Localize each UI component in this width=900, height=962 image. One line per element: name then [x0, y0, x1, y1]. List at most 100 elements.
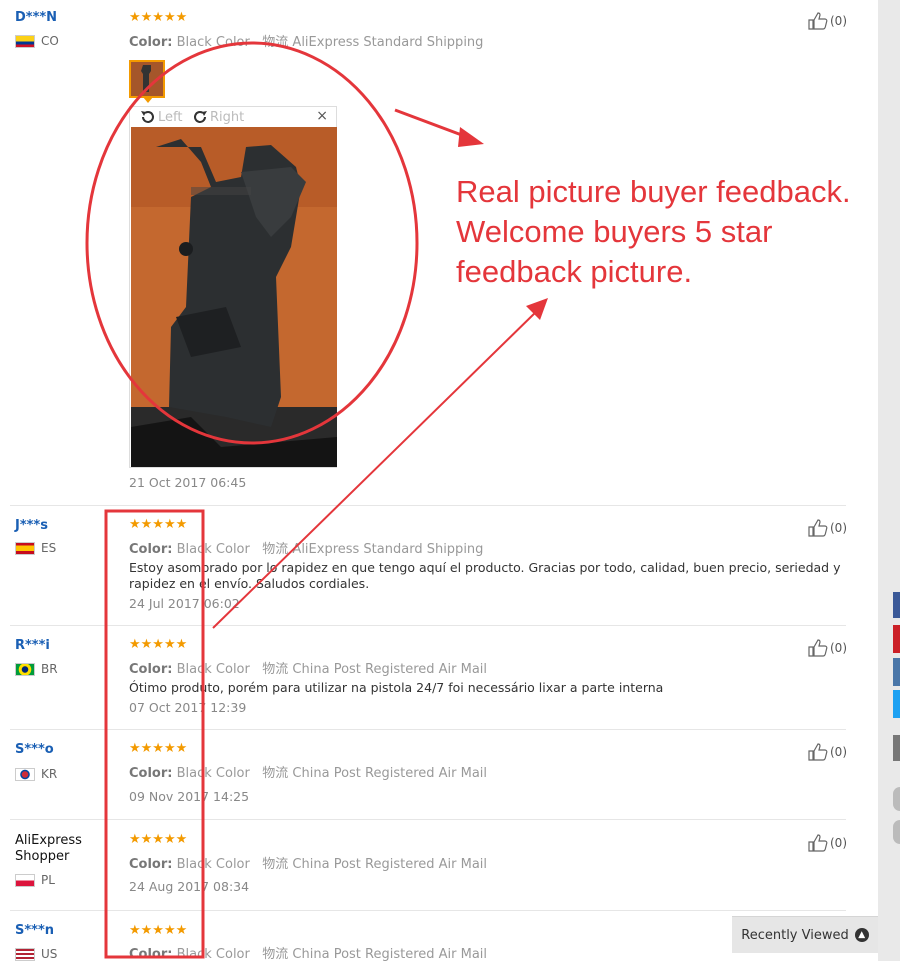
reviewer-name[interactable]: D***N — [15, 10, 57, 25]
helpful-button[interactable]: (0) — [808, 519, 847, 537]
star-rating: ★★★★★ — [129, 637, 188, 652]
side-panel — [878, 0, 900, 961]
color-value: Black Color — [176, 662, 250, 677]
side-circle-icon[interactable] — [893, 787, 900, 811]
review-divider — [10, 625, 846, 626]
rotate-left-label: Left — [158, 109, 183, 125]
holster-photo — [131, 127, 337, 467]
reviewer-name[interactable]: S***n — [15, 923, 54, 938]
shipping-method: AliExpress Standard Shipping — [292, 35, 484, 50]
shipping-prefix: 物流 — [262, 947, 289, 962]
review-text: Ótimo produto, porém para utilizar na pi… — [129, 680, 664, 695]
helpful-count: (0) — [830, 14, 847, 28]
shipping-prefix: 物流 — [262, 662, 289, 677]
review-photo-thumbnail[interactable] — [129, 60, 165, 98]
star-rating: ★★★★★ — [129, 10, 188, 25]
rotate-right-label: Right — [210, 109, 245, 125]
shipping-prefix: 物流 — [262, 857, 289, 872]
recently-viewed-label: Recently Viewed — [741, 927, 849, 943]
rotate-right-button[interactable]: Right — [191, 108, 244, 126]
vk-share-icon[interactable] — [893, 658, 900, 686]
star-rating: ★★★★★ — [129, 517, 188, 532]
review-divider — [10, 819, 846, 820]
country-code: US — [41, 947, 58, 961]
reviewer-name[interactable]: R***i — [15, 638, 50, 653]
review-divider — [10, 729, 846, 730]
thumbs-up-icon — [808, 519, 828, 537]
annotation-line: feedback picture. — [456, 254, 693, 289]
review-date: 09 Nov 2017 14:25 — [129, 789, 250, 804]
twitter-share-icon[interactable] — [893, 690, 900, 718]
order-info: Color: Black Color 物流 AliExpress Standar… — [129, 31, 483, 50]
rotate-left-icon — [141, 111, 154, 123]
helpful-button[interactable]: (0) — [808, 743, 847, 761]
review-date: 07 Oct 2017 12:39 — [129, 700, 247, 715]
annotation-line: Welcome buyers 5 star — [456, 214, 773, 249]
facebook-share-icon[interactable] — [893, 592, 900, 618]
order-info: Color: Black Color 物流 AliExpress Standar… — [129, 538, 483, 557]
chevron-up-icon: ▲ — [854, 928, 869, 942]
color-label: Color: — [129, 766, 173, 781]
shipping-prefix: 物流 — [262, 766, 289, 781]
reviewer-name[interactable]: AliExpress Shopper — [15, 833, 105, 865]
reviewer-name[interactable]: J***s — [15, 518, 48, 533]
order-info: Color: Black Color 物流 China Post Registe… — [129, 762, 487, 781]
thumbs-up-icon — [808, 12, 828, 30]
reviewer-country: ES — [15, 541, 56, 555]
review-date: 21 Oct 2017 06:45 — [129, 475, 247, 490]
helpful-count: (0) — [830, 521, 847, 535]
color-label: Color: — [129, 857, 173, 872]
order-info: Color: Black Color 物流 China Post Registe… — [129, 853, 487, 872]
country-code: ES — [41, 541, 57, 555]
review-divider — [10, 910, 846, 911]
color-label: Color: — [129, 542, 173, 557]
feedback-page: D***N CO ★★★★★ Color: Black Color 物流 Ali… — [0, 0, 878, 962]
side-circle-icon[interactable] — [893, 820, 900, 844]
shipping-prefix: 物流 — [262, 35, 289, 50]
helpful-button[interactable]: (0) — [808, 639, 847, 657]
helpful-count: (0) — [830, 745, 847, 759]
thumbs-up-icon — [808, 834, 828, 852]
reviewer-country: BR — [15, 662, 58, 676]
star-rating: ★★★★★ — [129, 832, 188, 847]
review-divider — [10, 505, 846, 506]
shipping-method: China Post Registered Air Mail — [292, 857, 488, 872]
order-info: Color: Black Color 物流 China Post Registe… — [129, 943, 487, 962]
flag-usa-icon — [15, 947, 35, 961]
country-code: KR — [41, 767, 58, 781]
annotation-text: Real picture buyer feedback. Welcome buy… — [456, 172, 851, 292]
star-rating: ★★★★★ — [129, 741, 188, 756]
color-label: Color: — [129, 947, 173, 962]
annotation-arrow-head — [526, 298, 548, 320]
country-code: PL — [41, 873, 55, 887]
recently-viewed-button[interactable]: Recently Viewed ▲ — [732, 916, 878, 953]
close-icon[interactable]: × — [316, 108, 328, 124]
shipping-prefix: 物流 — [262, 542, 289, 557]
reviewer-country: KR — [15, 767, 57, 781]
rotate-left-button[interactable]: Left — [139, 108, 182, 126]
viewer-toolbar: Left Right × — [130, 107, 336, 127]
flag-spain-icon — [15, 541, 35, 555]
side-tool-icon[interactable] — [893, 735, 900, 761]
flag-korea-icon — [15, 767, 35, 781]
photo-viewer: Left Right × — [129, 106, 337, 468]
review-date: 24 Jul 2017 06:02 — [129, 596, 240, 611]
star-rating: ★★★★★ — [129, 923, 188, 938]
annotation-line: Real picture buyer feedback. — [456, 174, 851, 209]
helpful-button[interactable]: (0) — [808, 12, 847, 30]
order-info: Color: Black Color 物流 China Post Registe… — [129, 658, 487, 677]
review-date: 24 Aug 2017 08:34 — [129, 879, 250, 894]
helpful-button[interactable]: (0) — [808, 834, 847, 852]
annotation-arrow-head — [458, 127, 484, 147]
reviewer-name[interactable]: S***o — [15, 742, 54, 757]
review-text: Estoy asombrado por lo rapidez en que te… — [129, 560, 841, 591]
pinterest-share-icon[interactable] — [893, 625, 900, 653]
color-label: Color: — [129, 35, 173, 50]
color-value: Black Color — [176, 542, 250, 557]
annotation-arrow-line — [394, 108, 476, 142]
flag-poland-icon — [15, 873, 35, 887]
shipping-method: China Post Registered Air Mail — [292, 662, 488, 677]
flag-colombia-icon — [15, 34, 35, 48]
color-value: Black Color — [176, 857, 250, 872]
country-code: CO — [41, 34, 59, 48]
